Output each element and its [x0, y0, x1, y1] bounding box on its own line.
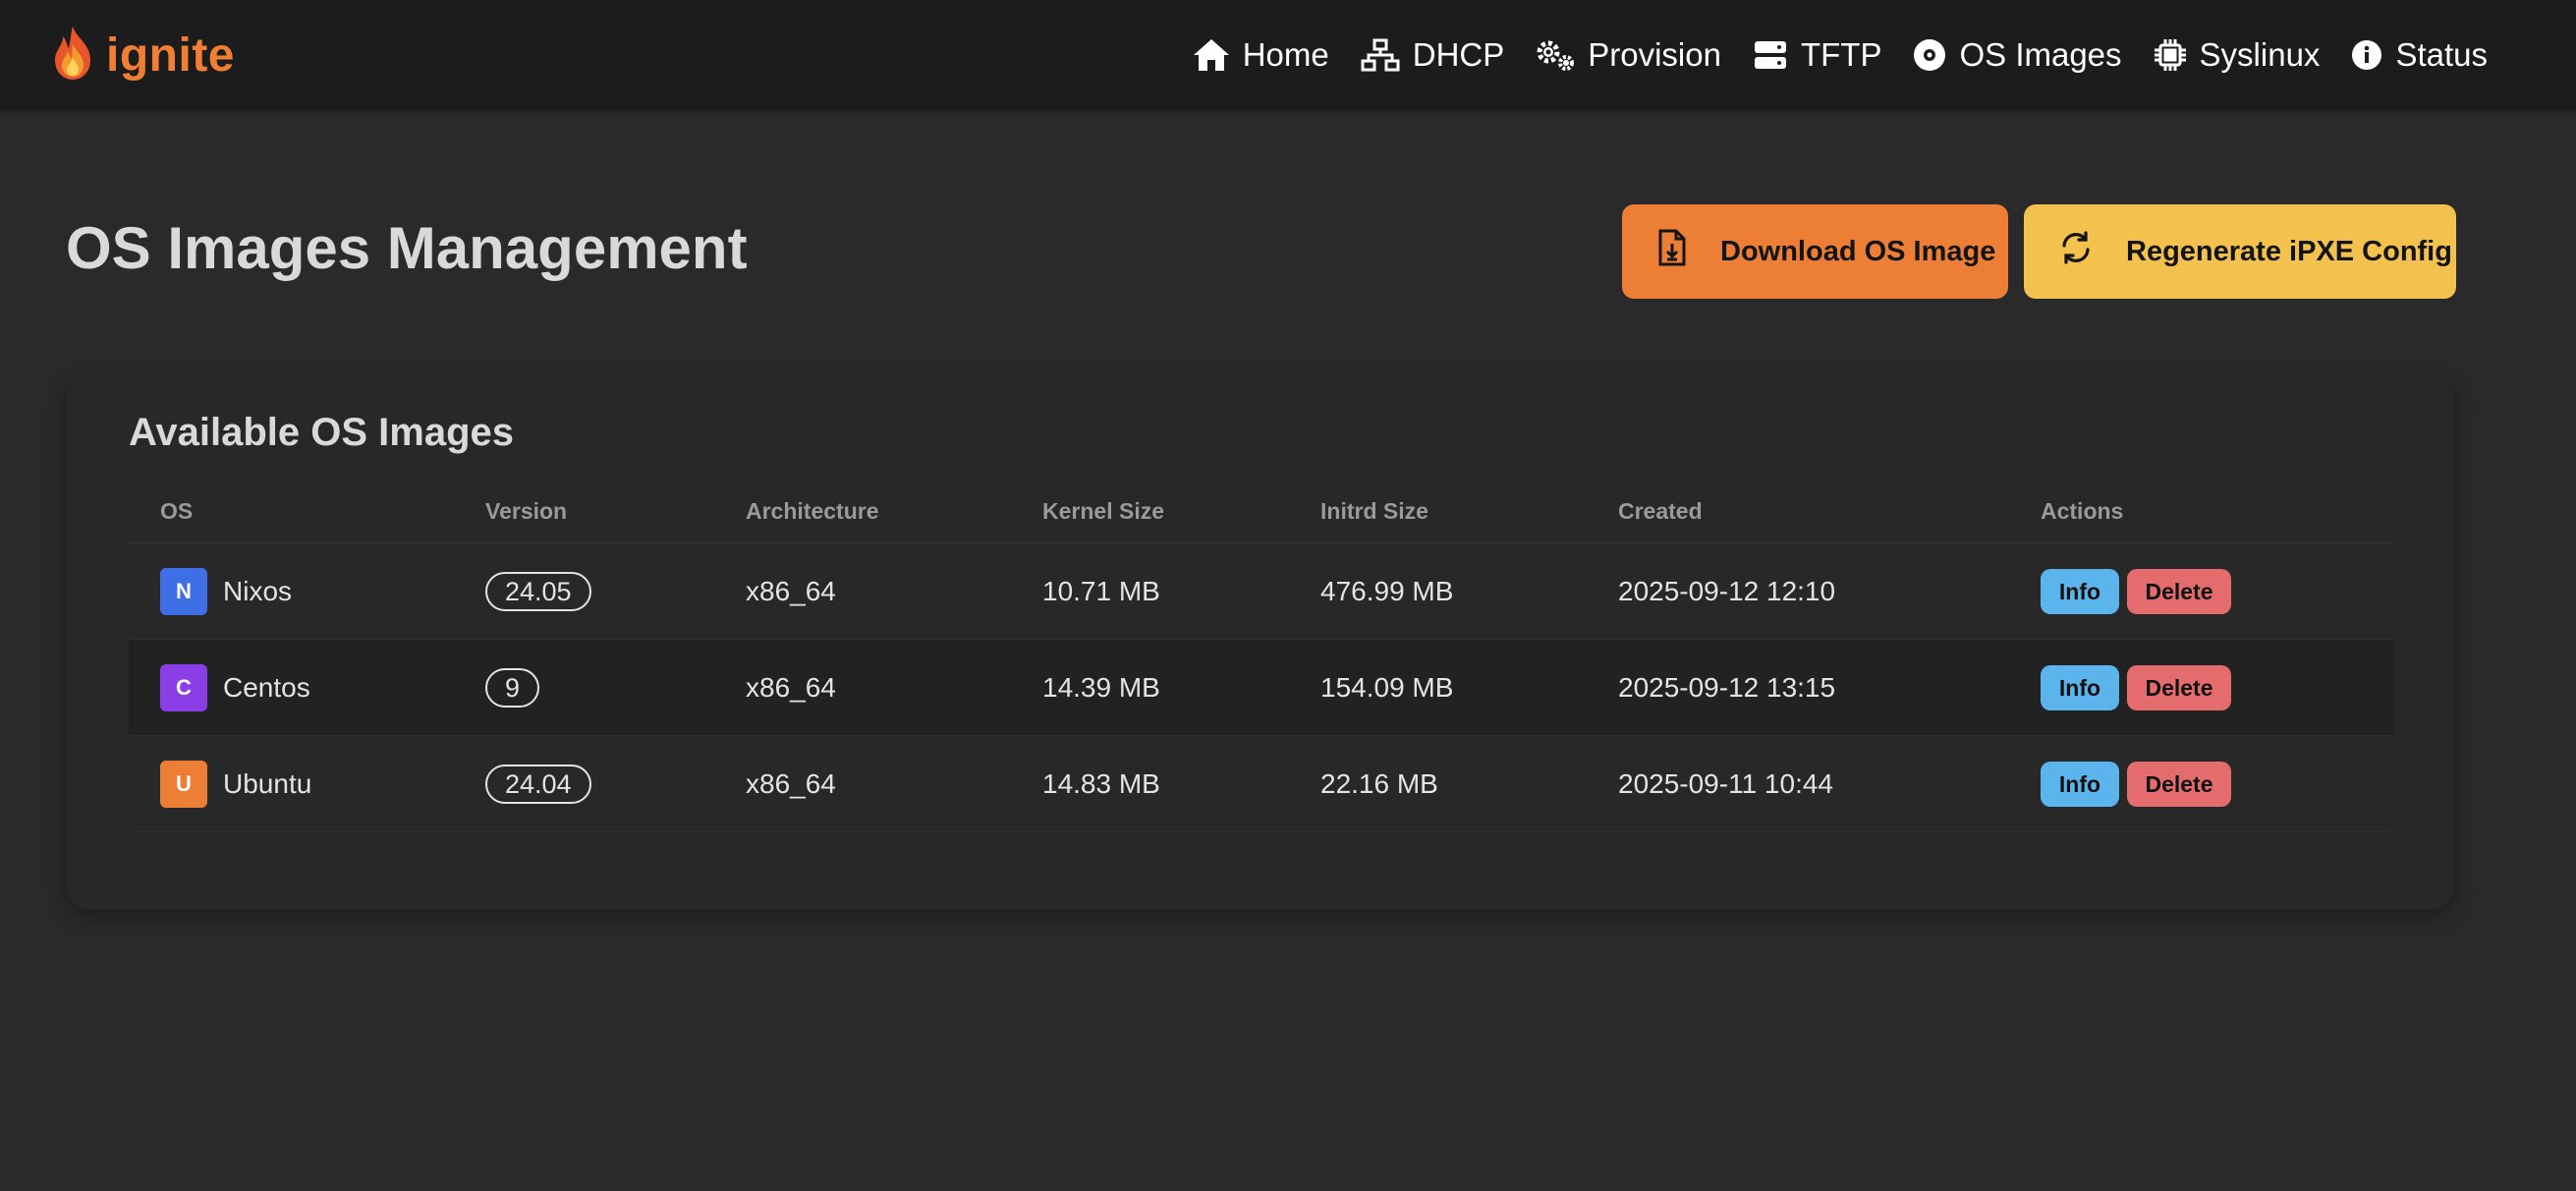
architecture-cell: x86_64 [746, 768, 836, 799]
nav-item-label: Provision [1588, 36, 1721, 73]
nav-item-home[interactable]: Home [1193, 36, 1329, 74]
nav-item-label: DHCP [1412, 36, 1505, 73]
delete-button[interactable]: Delete [2127, 665, 2231, 710]
os-badge: U [160, 761, 207, 808]
table-row: N Nixos 24.05 x86_64 10.71 MB 476.99 MB … [129, 543, 2394, 640]
os-name: Nixos [223, 576, 293, 606]
kernel-size-cell: 14.83 MB [1042, 768, 1160, 799]
os-badge: N [160, 568, 207, 615]
top-navbar: ignite Home DHCP Provision TFTP OS Image… [0, 0, 2576, 110]
os-images-card: Available OS Images OS Version Architect… [66, 376, 2454, 909]
table-row: C Centos 9 x86_64 14.39 MB 154.09 MB 202… [129, 640, 2394, 736]
nav-item-label: Home [1242, 36, 1329, 73]
nav-item-tftp[interactable]: TFTP [1753, 36, 1881, 74]
server-icon [1753, 38, 1788, 72]
column-header-created: Created [1618, 498, 1703, 524]
page-title: OS Images Management [66, 215, 748, 281]
download-os-image-button[interactable]: Download OS Image [1622, 204, 2008, 299]
delete-button[interactable]: Delete [2127, 762, 2231, 807]
network-icon [1361, 38, 1400, 72]
brand-name: ignite [106, 28, 235, 82]
nav-item-label: Status [2395, 36, 2488, 73]
column-header-architecture: Architecture [746, 498, 879, 524]
home-icon [1193, 38, 1230, 72]
nav-item-provision[interactable]: Provision [1536, 36, 1721, 74]
brand-logo[interactable]: ignite [51, 16, 235, 94]
info-button[interactable]: Info [2041, 665, 2119, 710]
download-os-image-label: Download OS Image [1720, 235, 1996, 267]
created-cell: 2025-09-12 12:10 [1618, 576, 1836, 606]
initrd-size-cell: 476.99 MB [1320, 576, 1454, 606]
info-icon [2351, 39, 2382, 71]
os-name: Ubuntu [223, 768, 312, 799]
flame-icon [51, 25, 94, 86]
column-header-os: OS [160, 498, 194, 524]
actions-cell: Info Delete [2041, 543, 2231, 640]
column-header-version: Version [485, 498, 568, 524]
info-button[interactable]: Info [2041, 569, 2119, 614]
created-cell: 2025-09-11 10:44 [1618, 768, 1833, 799]
nav-item-syslinux[interactable]: Syslinux [2154, 36, 2321, 74]
delete-button[interactable]: Delete [2127, 569, 2231, 614]
architecture-cell: x86_64 [746, 576, 836, 606]
version-badge: 24.05 [485, 572, 591, 611]
version-badge: 9 [485, 668, 540, 708]
gears-icon [1536, 38, 1575, 72]
os-badge: C [160, 664, 207, 711]
regenerate-ipxe-config-label: Regenerate iPXE Config [2126, 235, 2452, 267]
nav-item-label: OS Images [1959, 36, 2122, 73]
os-cell: U Ubuntu [160, 736, 311, 832]
file-download-icon [1657, 229, 1687, 274]
os-cell: N Nixos [160, 543, 292, 640]
nav-item-label: TFTP [1800, 36, 1882, 73]
version-cell: 9 [485, 640, 540, 736]
table-row: U Ubuntu 24.04 x86_64 14.83 MB 22.16 MB … [129, 736, 2394, 832]
kernel-size-cell: 10.71 MB [1042, 576, 1160, 606]
actions-cell: Info Delete [2041, 640, 2231, 736]
initrd-size-cell: 22.16 MB [1320, 768, 1438, 799]
table-header: OS Version Architecture Kernel Size Init… [129, 475, 2394, 543]
version-cell: 24.04 [485, 736, 591, 832]
info-button[interactable]: Info [2041, 762, 2119, 807]
main-nav: Home DHCP Provision TFTP OS Images Sysli… [1193, 0, 2488, 110]
column-header-actions: Actions [2041, 498, 2124, 524]
architecture-cell: x86_64 [746, 672, 836, 703]
os-cell: C Centos [160, 640, 310, 736]
disc-icon [1913, 38, 1946, 72]
os-name: Centos [223, 672, 310, 703]
card-title: Available OS Images [129, 411, 515, 454]
chip-icon [2154, 38, 2187, 72]
nav-item-status[interactable]: Status [2351, 36, 2488, 74]
initrd-size-cell: 154.09 MB [1320, 672, 1454, 703]
os-images-table: OS Version Architecture Kernel Size Init… [129, 475, 2394, 832]
kernel-size-cell: 14.39 MB [1042, 672, 1160, 703]
regenerate-ipxe-config-button[interactable]: Regenerate iPXE Config [2024, 204, 2456, 299]
column-header-kernel-size: Kernel Size [1042, 498, 1164, 524]
nav-item-dhcp[interactable]: DHCP [1361, 36, 1505, 74]
nav-item-label: Syslinux [2199, 36, 2321, 73]
nav-item-os-images[interactable]: OS Images [1913, 36, 2122, 74]
version-cell: 24.05 [485, 543, 591, 640]
version-badge: 24.04 [485, 765, 591, 804]
created-cell: 2025-09-12 13:15 [1618, 672, 1836, 703]
actions-cell: Info Delete [2041, 736, 2231, 832]
column-header-initrd-size: Initrd Size [1320, 498, 1428, 524]
refresh-icon [2059, 231, 2093, 272]
